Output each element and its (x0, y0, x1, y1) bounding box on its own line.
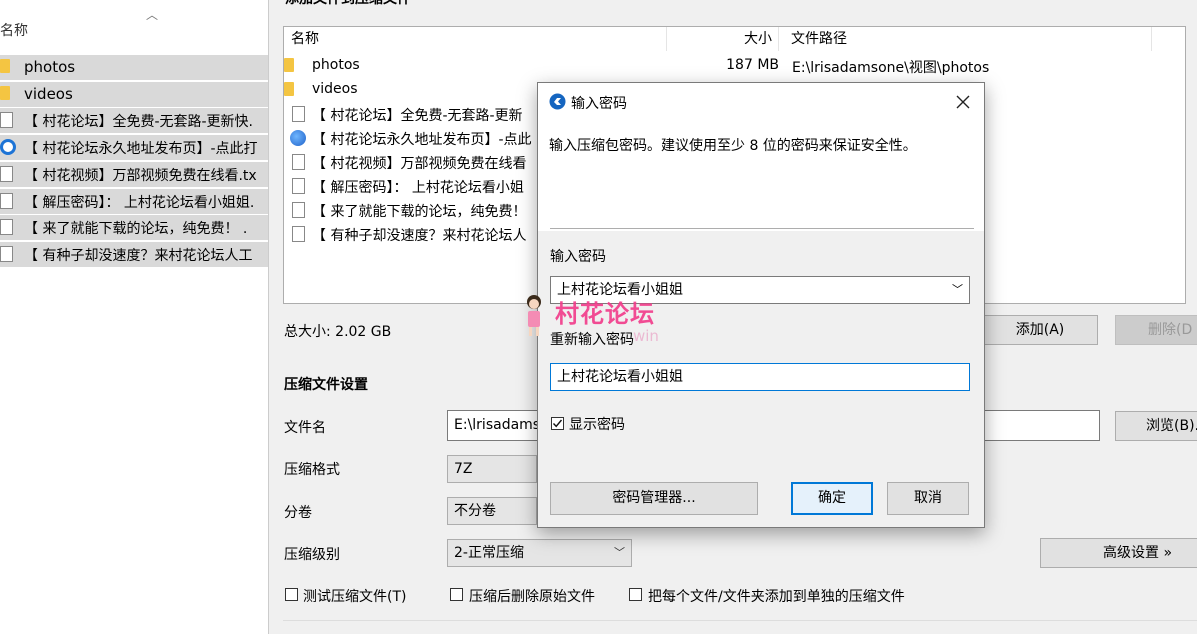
explorer-item-label: 【 解压密码】： 上村花论坛看小姐姐. (24, 194, 255, 211)
level-label: 压缩级别 (284, 547, 340, 563)
total-size: 总大小: 2.02 GB (284, 324, 392, 340)
show-password-checkbox[interactable] (551, 417, 564, 430)
level-value: 2-正常压缩 (454, 545, 524, 561)
text-file-icon (292, 226, 305, 242)
split-label: 分卷 (284, 505, 312, 521)
explorer-item-label: videos (24, 84, 73, 103)
filename-label: 文件名 (284, 420, 326, 436)
delete-button[interactable]: 删除(D (1115, 315, 1197, 345)
file-name: videos (312, 81, 358, 97)
explorer-item-label: 【 村花论坛永久地址发布页】-点此打 (24, 141, 258, 158)
file-name: 【 村花视频】万部视频免费在线看 (312, 156, 527, 172)
settings-heading: 压缩文件设置 (284, 377, 368, 393)
explorer-list-item[interactable]: 【 村花论坛永久地址发布页】-点此打 (0, 135, 268, 161)
divider (550, 228, 974, 229)
column-size[interactable]: 大小 (667, 27, 779, 51)
split-value: 不分卷 (454, 503, 496, 519)
sort-ascending-icon[interactable]: ︿ (146, 6, 158, 23)
column-path[interactable]: 文件路径 (784, 27, 1152, 51)
column-header-name[interactable]: 名称 (0, 20, 28, 40)
column-name[interactable]: 名称 (284, 27, 667, 51)
file-name: photos (312, 57, 360, 73)
password-description: 输入压缩包密码。建议使用至少 8 位的密码来保证安全性。 (549, 138, 917, 154)
separate-archives-checkbox[interactable] (629, 588, 642, 601)
web-shortcut-icon (290, 130, 306, 146)
file-path: E:\lrisadamsone\视图\photos (792, 60, 990, 76)
confirm-password-label: 重新输入密码 (550, 332, 634, 348)
test-archive-label[interactable]: 测试压缩文件(T) (303, 586, 406, 606)
password-description-area: 输入压缩包密码。建议使用至少 8 位的密码来保证安全性。 (538, 121, 984, 231)
format-value: 7Z (454, 461, 473, 477)
ok-button[interactable]: 确定 (791, 482, 873, 515)
delete-after-label[interactable]: 压缩后删除原始文件 (469, 586, 595, 606)
folder-icon (284, 82, 294, 96)
file-name: 【 村花论坛】全免费-无套路-更新 (312, 108, 523, 124)
explorer-list-item[interactable]: 【 来了就能下载的论坛，纯免费！ . (0, 215, 268, 241)
password-titlebar: 输入密码 (538, 83, 984, 121)
advanced-settings-button[interactable]: 高级设置 » (1040, 538, 1197, 568)
show-password-label[interactable]: 显示密码 (569, 414, 625, 434)
explorer-list-item[interactable]: photos (0, 55, 268, 80)
dialog-title: 添加文件到压缩文件 (285, 0, 411, 8)
explorer-item-label: 【 有种子却没速度？来村花论坛人工 (24, 247, 253, 264)
text-file-icon (0, 165, 13, 182)
explorer-list-item[interactable]: 【 村花论坛】全免费-无套路-更新快. (0, 108, 268, 134)
watermark-doll-icon (527, 295, 541, 336)
explorer-item-label: 【 村花视频】万部视频免费在线看.tx (24, 167, 257, 184)
file-name: 【 村花论坛永久地址发布页】-点此 (312, 132, 532, 148)
explorer-list-item[interactable]: 【 有种子却没速度？来村花论坛人工 (0, 241, 268, 267)
app-logo-icon (549, 93, 566, 110)
browse-button[interactable]: 浏览(B). (1115, 411, 1197, 441)
text-file-icon (0, 112, 13, 129)
chevron-down-icon[interactable]: ﹀ (952, 277, 963, 303)
confirm-password-input[interactable]: 上村花论坛看小姐姐 (550, 363, 970, 391)
watermark-subtext: win (633, 327, 659, 345)
divider (283, 620, 1197, 621)
separate-archives-label[interactable]: 把每个文件/文件夹添加到单独的压缩文件 (648, 586, 905, 606)
test-archive-checkbox[interactable] (285, 588, 298, 601)
explorer-item-label: 【 村花论坛】全免费-无套路-更新快. (24, 114, 254, 131)
delete-after-checkbox[interactable] (450, 588, 463, 601)
folder-icon (0, 85, 10, 100)
file-size: 187 MB (726, 57, 779, 73)
file-name: 【 有种子却没速度？来村花论坛人 (312, 228, 527, 244)
folder-icon (284, 58, 294, 72)
explorer-item-label: photos (24, 58, 76, 76)
document-icon (292, 178, 305, 194)
explorer-pane: ︿ 名称 photos videos 【 村花论坛】全免费-无套路-更新快. 【 村花… (0, 0, 268, 634)
format-label: 压缩格式 (284, 462, 340, 478)
text-file-icon (292, 154, 305, 170)
file-name: 【 来了就能下载的论坛，纯免费！ (312, 204, 527, 220)
text-file-icon (0, 219, 13, 236)
file-row[interactable]: photos 187 MB E:\lrisadamsone\视图\photos (284, 54, 1185, 78)
explorer-list-item[interactable]: videos (0, 81, 268, 107)
password-manager-button[interactable]: 密码管理器... (550, 482, 758, 515)
password-label: 输入密码 (550, 249, 606, 265)
checkmark-icon (552, 419, 563, 428)
split-select[interactable]: 不分卷 (447, 497, 537, 525)
add-button[interactable]: 添加(A) (982, 315, 1098, 345)
text-file-icon (292, 106, 305, 122)
cancel-button[interactable]: 取消 (887, 482, 969, 515)
format-select[interactable]: 7Z (447, 455, 537, 483)
explorer-list-item[interactable]: 【 解压密码】： 上村花论坛看小姐姐. (0, 188, 268, 214)
file-name: 【 解压密码】： 上村花论坛看小姐 (312, 180, 524, 196)
folder-icon (0, 59, 10, 73)
close-icon[interactable] (956, 95, 970, 109)
document-icon (0, 192, 13, 209)
chevron-down-icon: ﹀ (614, 546, 625, 559)
password-dialog-title: 输入密码 (571, 96, 627, 112)
explorer-list-item[interactable]: 【 村花视频】万部视频免费在线看.tx (0, 161, 268, 187)
explorer-item-label: 【 来了就能下载的论坛，纯免费！ . (24, 221, 248, 238)
watermark-text: 村花论坛 (555, 300, 655, 328)
text-file-icon (292, 202, 305, 218)
text-file-icon (0, 245, 13, 262)
web-shortcut-icon (0, 139, 16, 156)
level-select[interactable]: 2-正常压缩 ﹀ (447, 539, 632, 567)
